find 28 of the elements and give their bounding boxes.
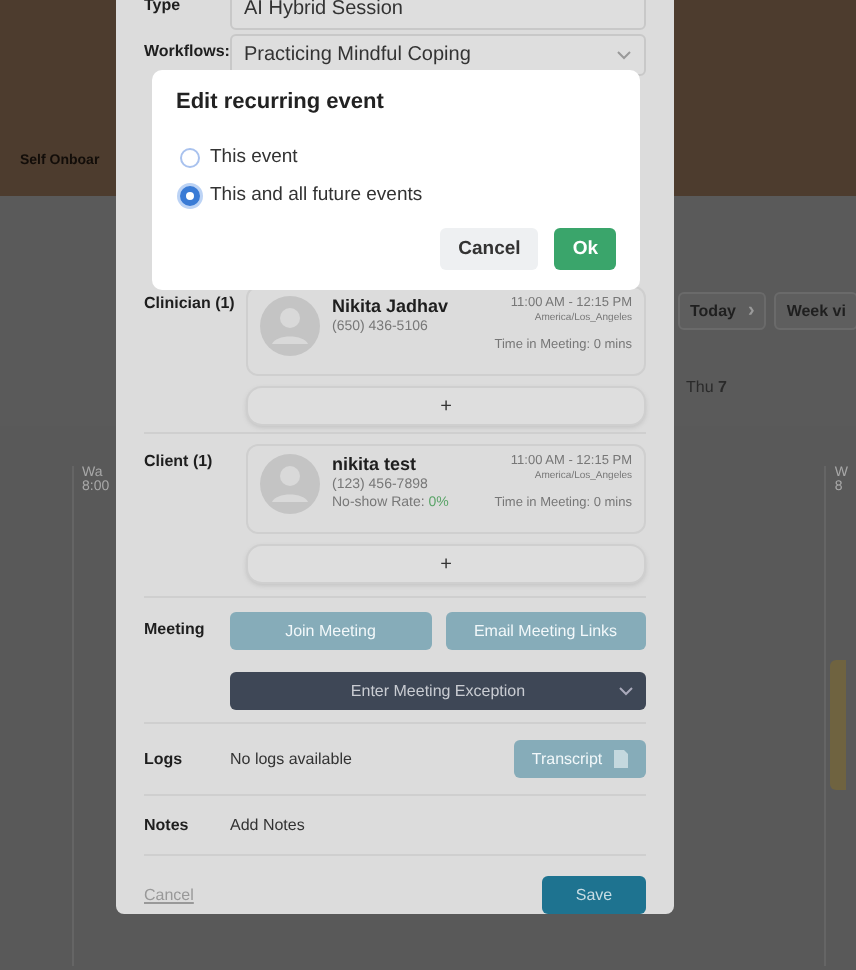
participant-name: nikita test: [332, 454, 419, 474]
save-button[interactable]: Save: [542, 876, 646, 914]
radio-option[interactable]: This and all future events: [180, 184, 616, 206]
chevron-icon: [616, 49, 632, 61]
field-label: Workflows:: [144, 40, 230, 60]
logs-text: No logs available: [230, 750, 352, 768]
add-button[interactable]: +: [246, 386, 646, 426]
radio-option[interactable]: This event: [180, 146, 616, 168]
cancel-button[interactable]: Cancel: [440, 228, 539, 270]
section-label: Notes: [144, 816, 191, 834]
avatar-icon: [260, 454, 320, 514]
type-field[interactable]: AI Hybrid Session: [230, 0, 646, 30]
document-icon: [614, 750, 629, 768]
section-label: Client (1): [144, 450, 215, 470]
notes-field[interactable]: Add Notes: [230, 816, 646, 834]
side-tab[interactable]: [830, 660, 846, 790]
radio-icon[interactable]: [180, 185, 200, 205]
section-label: Meeting: [144, 618, 207, 638]
section-label: Clinician (1): [144, 292, 230, 312]
participant-name: Nikita Jadhav: [332, 296, 451, 316]
exception-dropdown[interactable]: Enter Meeting Exception: [230, 672, 646, 710]
ok-button[interactable]: Ok: [554, 228, 616, 270]
chevron-icon: [618, 685, 634, 697]
dialog-title: Edit recurring event: [176, 90, 386, 114]
add-button[interactable]: +: [246, 544, 646, 584]
avatar-icon: [260, 296, 320, 356]
radio-icon[interactable]: [180, 147, 200, 167]
section-label: Logs: [144, 750, 185, 768]
